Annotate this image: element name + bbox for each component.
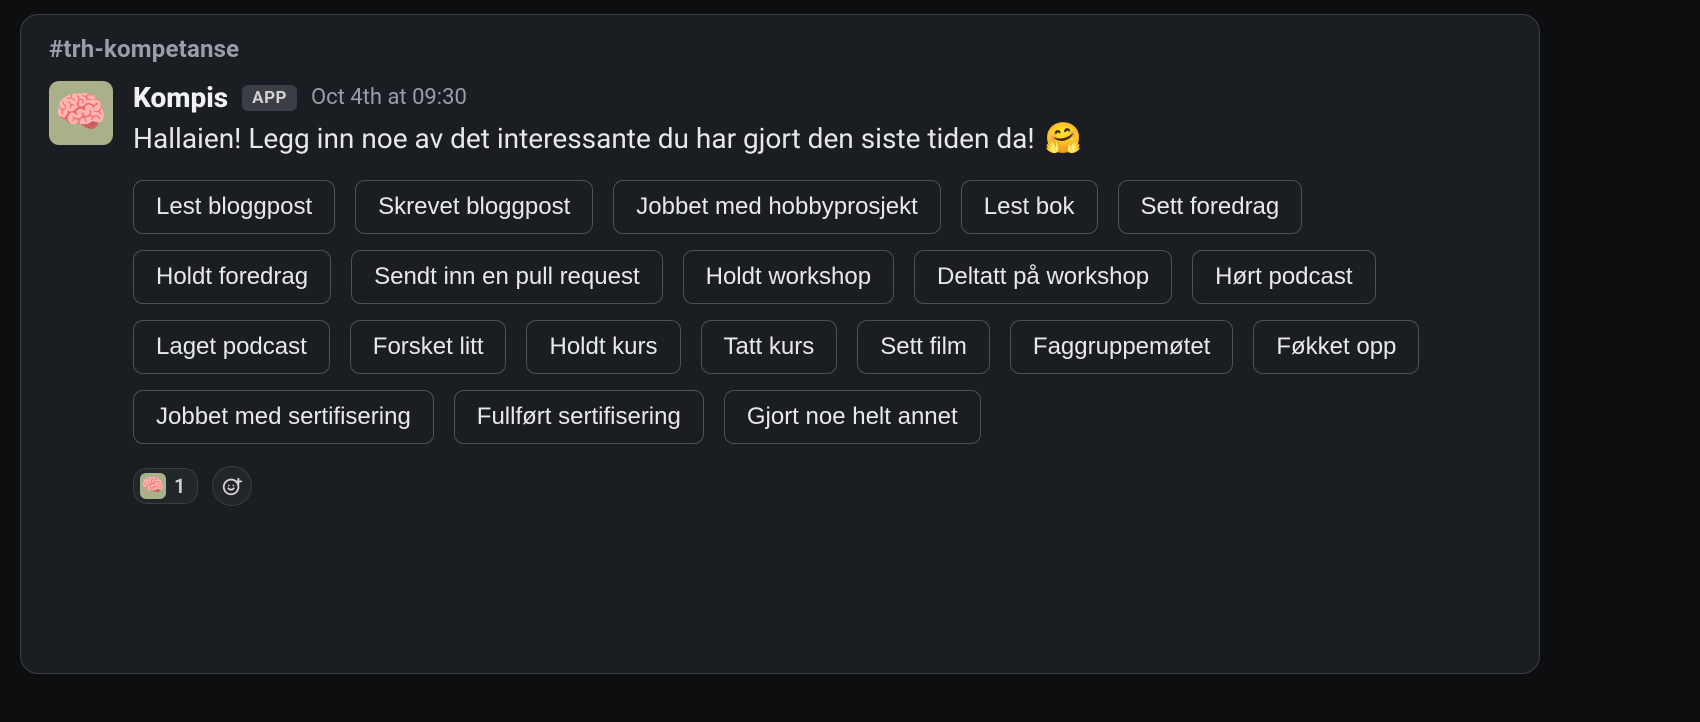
action-button-3[interactable]: Lest bok: [961, 180, 1098, 234]
avatar[interactable]: 🧠: [49, 81, 113, 145]
message-card: #trh-kompetanse 🧠 Kompis APP Oct 4th at …: [20, 14, 1540, 674]
action-button-13[interactable]: Tatt kurs: [701, 320, 838, 374]
add-reaction-button[interactable]: [212, 466, 252, 506]
hug-emoji: 🤗: [1045, 124, 1082, 154]
reaction-count: 1: [174, 474, 185, 498]
smile-plus-icon: [221, 475, 243, 497]
action-button-5[interactable]: Holdt foredrag: [133, 250, 331, 304]
action-button-7[interactable]: Holdt workshop: [683, 250, 894, 304]
author-name[interactable]: Kompis: [133, 81, 228, 114]
action-button-12[interactable]: Holdt kurs: [526, 320, 680, 374]
reaction-pill[interactable]: 🧠 1: [133, 468, 198, 504]
message-header: Kompis APP Oct 4th at 09:30: [133, 81, 1511, 114]
message: 🧠 Kompis APP Oct 4th at 09:30 Hallaien! …: [49, 81, 1511, 506]
action-button-16[interactable]: Føkket opp: [1253, 320, 1419, 374]
reaction-emoji: 🧠: [140, 473, 166, 499]
action-button-17[interactable]: Jobbet med sertifisering: [133, 390, 434, 444]
action-button-9[interactable]: Hørt podcast: [1192, 250, 1375, 304]
app-badge: APP: [242, 85, 297, 111]
timestamp[interactable]: Oct 4th at 09:30: [311, 85, 467, 110]
message-body: Hallaien! Legg inn noe av det interessan…: [133, 120, 1511, 158]
message-content: Kompis APP Oct 4th at 09:30 Hallaien! Le…: [133, 81, 1511, 506]
message-text: Hallaien! Legg inn noe av det interessan…: [133, 120, 1035, 158]
reactions-row: 🧠 1: [133, 466, 1511, 506]
channel-name[interactable]: #trh-kompetanse: [49, 35, 1511, 63]
action-buttons: Lest bloggpost Skrevet bloggpost Jobbet me…: [133, 180, 1493, 444]
action-button-10[interactable]: Laget podcast: [133, 320, 330, 374]
action-button-14[interactable]: Sett film: [857, 320, 990, 374]
action-button-18[interactable]: Fullført sertifisering: [454, 390, 704, 444]
avatar-emoji: 🧠: [49, 81, 113, 145]
action-button-19[interactable]: Gjort noe helt annet: [724, 390, 981, 444]
action-button-6[interactable]: Sendt inn en pull request: [351, 250, 663, 304]
action-button-8[interactable]: Deltatt på workshop: [914, 250, 1172, 304]
action-button-2[interactable]: Jobbet med hobbyprosjekt: [613, 180, 941, 234]
action-button-0[interactable]: Lest bloggpost: [133, 180, 335, 234]
action-button-11[interactable]: Forsket litt: [350, 320, 507, 374]
action-button-15[interactable]: Faggruppemøtet: [1010, 320, 1233, 374]
action-button-1[interactable]: Skrevet bloggpost: [355, 180, 593, 234]
action-button-4[interactable]: Sett foredrag: [1118, 180, 1303, 234]
